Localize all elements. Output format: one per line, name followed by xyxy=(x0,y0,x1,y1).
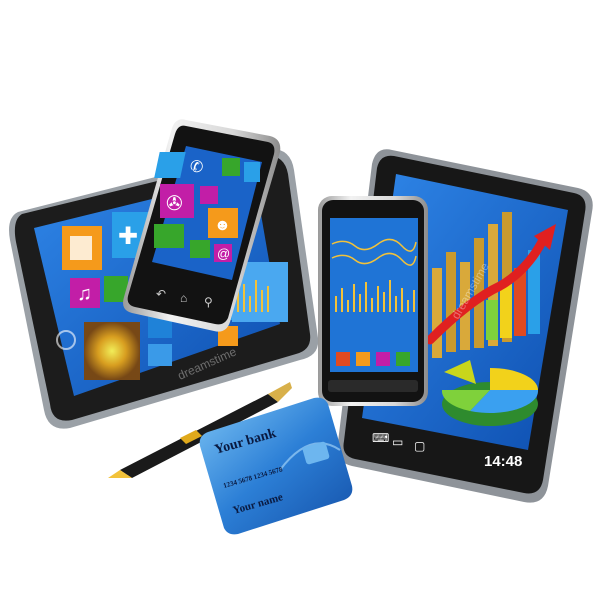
green-app-icon xyxy=(396,352,410,366)
mail-tile xyxy=(222,158,240,176)
phone-icon: ✆ xyxy=(190,159,203,176)
gamepad-icon: ✚ xyxy=(118,223,138,250)
magenta-app-icon xyxy=(376,352,390,366)
small-tile-2 xyxy=(148,344,172,366)
people-icon: ☻ xyxy=(214,217,231,234)
magenta-small-tile xyxy=(200,186,218,204)
at-icon: @ xyxy=(217,246,230,261)
home-icon: ⌂ xyxy=(180,291,187,305)
keyboard-icon: ⌨ xyxy=(372,431,389,445)
monitor-icon: ▢ xyxy=(414,439,425,453)
folder-tile xyxy=(154,224,184,248)
skype-small-tile xyxy=(244,162,260,182)
sphere-image xyxy=(84,322,140,380)
phone-icon-tile xyxy=(154,152,186,178)
basket-tile xyxy=(190,240,210,258)
camera-icon: ✇ xyxy=(166,193,183,215)
devices-illustration: ✚ ♫ ✆ ✇ ☻ @ ↶ ⌂ ⚲ ⌨ ▭ ▢ 14:48 Your bank … xyxy=(9,119,593,535)
search-icon: ⚲ xyxy=(204,295,213,309)
app-icon: ▭ xyxy=(392,435,403,449)
back-icon: ↶ xyxy=(156,287,166,301)
nav-bar xyxy=(328,380,418,392)
red-app-icon xyxy=(336,352,350,366)
newspaper-icon xyxy=(70,236,92,260)
orange-app-icon xyxy=(356,352,370,366)
middle-phone xyxy=(318,196,428,406)
clock-text: 14:48 xyxy=(484,453,522,470)
music-note-icon: ♫ xyxy=(77,283,92,305)
